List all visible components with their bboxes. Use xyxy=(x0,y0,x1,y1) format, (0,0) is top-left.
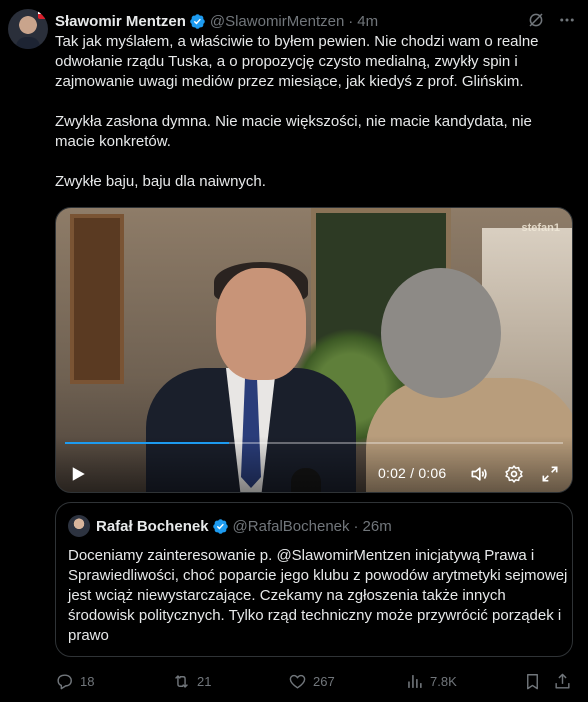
share-icon xyxy=(555,673,570,689)
like-count: 267 xyxy=(313,673,335,689)
quoted-author-handle[interactable]: @RafalBochenek xyxy=(233,518,350,535)
tweet-header: Sławomir Mentzen @SlawomirMentzen · 4m xyxy=(55,11,378,31)
video-timecode: 0:02 / 0:06 xyxy=(378,465,447,481)
more-icon[interactable] xyxy=(557,11,577,29)
quoted-author-avatar[interactable] xyxy=(68,515,90,537)
share-button[interactable] xyxy=(553,670,572,692)
tweet-actions: 18 21 267 7.8K xyxy=(55,670,575,692)
repost-count: 21 xyxy=(197,673,212,689)
bookmark-button[interactable] xyxy=(523,670,542,692)
verified-badge-icon xyxy=(190,13,205,29)
verified-badge-icon xyxy=(212,518,228,534)
tweet-text: Tak jak myślałem, a właściwie to byłem p… xyxy=(55,32,575,212)
volume-icon[interactable] xyxy=(469,464,489,484)
quoted-tweet[interactable]: Rafał Bochenek @RafalBochenek · 26m Doce… xyxy=(55,502,573,657)
video-progress-fill xyxy=(65,442,230,444)
video-player[interactable]: stefan1 0:02 / 0:06 xyxy=(55,207,573,493)
like-icon xyxy=(289,674,306,689)
quoted-author-name[interactable]: Rafał Bochenek xyxy=(96,518,209,535)
repost-icon xyxy=(175,674,188,688)
video-progress-bar[interactable] xyxy=(65,442,563,444)
repost-button[interactable]: 21 xyxy=(172,670,211,692)
author-name[interactable]: Sławomir Mentzen xyxy=(55,13,186,30)
fullscreen-icon[interactable] xyxy=(540,464,560,484)
flag-badge xyxy=(38,9,48,19)
views-button[interactable]: 7.8K xyxy=(405,670,457,692)
author-handle[interactable]: @SlawomirMentzen xyxy=(210,13,344,30)
author-avatar[interactable] xyxy=(8,9,48,49)
reply-icon xyxy=(57,673,72,689)
settings-icon[interactable] xyxy=(504,464,524,484)
video-controls xyxy=(56,436,572,492)
video-watermark: stefan1 xyxy=(521,222,560,234)
tweet-paragraph: Zwykła zasłona dymna. Nie macie większoś… xyxy=(55,113,532,150)
views-icon xyxy=(408,674,422,688)
quoted-tweet-text: Doceniamy zainteresowanie p. @SlawomirMe… xyxy=(68,547,568,644)
separator-dot: · xyxy=(348,12,354,30)
like-button[interactable]: 267 xyxy=(288,670,335,692)
grok-icon[interactable] xyxy=(527,11,545,29)
tweet-paragraph: Tak jak myślałem, a właściwie to byłem p… xyxy=(55,33,539,90)
quoted-tweet-time[interactable]: 26m xyxy=(363,518,392,535)
tweet-paragraph: Zwykłe baju, baju dla naiwnych. xyxy=(55,173,266,190)
separator-dot: · xyxy=(353,517,359,535)
quoted-tweet-header: Rafał Bochenek @RafalBochenek · 26m xyxy=(96,516,392,536)
views-count: 7.8K xyxy=(430,673,457,689)
reply-count: 18 xyxy=(80,673,95,689)
play-icon[interactable] xyxy=(69,465,87,483)
reply-button[interactable]: 18 xyxy=(55,670,94,692)
bookmark-icon xyxy=(527,673,538,689)
tweet-time[interactable]: 4m xyxy=(357,13,378,30)
